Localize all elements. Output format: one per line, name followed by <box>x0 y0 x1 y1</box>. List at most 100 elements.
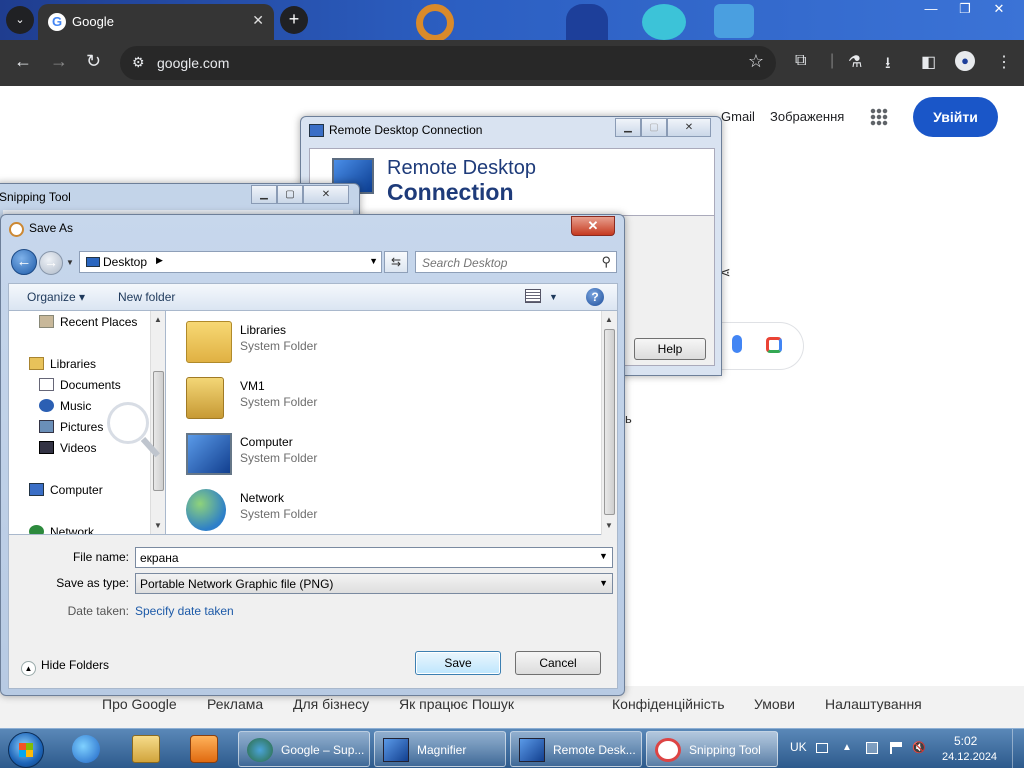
footer-about-link[interactable]: Про Google <box>102 696 177 712</box>
profile-avatar-icon[interactable]: ● <box>955 51 975 71</box>
keyboard-icon[interactable] <box>816 743 828 753</box>
address-bar[interactable]: ⚙ google.com ☆ <box>120 46 776 80</box>
change-view-icon[interactable] <box>525 289 541 303</box>
footer-how-search-works-link[interactable]: Як працює Пошук <box>399 696 514 712</box>
search-box[interactable]: ⚲ <box>415 251 617 273</box>
site-settings-icon[interactable]: ⚙ <box>132 54 145 71</box>
taskbar-item-remote-desktop[interactable]: Remote Desk... <box>510 731 642 767</box>
taskbar-item-magnifier[interactable]: Magnifier <box>374 731 506 767</box>
close-icon[interactable]: ✕ <box>982 0 1016 18</box>
snip-maximize-icon[interactable]: ▢ <box>277 185 303 204</box>
scrollbar-thumb[interactable] <box>604 329 615 515</box>
history-dropdown-icon[interactable]: ▼ <box>66 258 74 267</box>
footer-privacy-link[interactable]: Конфіденційність <box>612 696 725 712</box>
address-location[interactable]: Desktop <box>103 255 147 269</box>
footer-business-link[interactable]: Для бізнесу <box>293 696 369 712</box>
organize-button[interactable]: Organize ▾ <box>27 290 85 304</box>
rdp-close-icon[interactable]: ✕ <box>667 118 711 137</box>
footer-ads-link[interactable]: Реклама <box>207 696 263 712</box>
tab-close-icon[interactable]: ✕ <box>252 12 264 29</box>
new-tab-button[interactable]: + <box>280 6 308 34</box>
nav-item-documents[interactable]: Documents <box>39 378 121 392</box>
breadcrumb-arrow-icon[interactable]: ▶ <box>156 255 163 266</box>
sign-in-button[interactable]: Увійти <box>913 97 998 137</box>
clock-time[interactable]: 5:02 <box>954 734 977 748</box>
footer-settings-link[interactable]: Налаштування <box>825 696 922 712</box>
search-icon[interactable]: ⚲ <box>601 254 611 270</box>
nav-item-network[interactable]: Network <box>29 525 94 534</box>
file-item-vm1[interactable]: VM1 System Folder <box>186 375 566 423</box>
show-hidden-icons-chevron-icon[interactable]: ▲ <box>842 742 854 754</box>
view-dropdown-icon[interactable]: ▼ <box>549 292 558 302</box>
side-panel-icon[interactable]: ◧ <box>921 52 936 72</box>
forward-arrow-icon[interactable]: → <box>50 51 68 72</box>
folder-address-bar[interactable]: Desktop ▶ ▼ <box>79 251 382 273</box>
back-arrow-icon[interactable]: ← <box>14 51 32 72</box>
nav-item-recent-places[interactable]: Recent Places <box>39 315 137 329</box>
menu-kebab-icon[interactable]: ⋮ <box>996 52 1012 72</box>
save-button[interactable]: Save <box>415 651 501 675</box>
refresh-button-icon[interactable]: ⇆ <box>384 251 408 273</box>
show-desktop-button[interactable] <box>1012 729 1024 768</box>
back-button-icon[interactable]: ← <box>11 249 37 275</box>
google-lens-camera-icon[interactable] <box>766 337 782 353</box>
nav-item-music[interactable]: Music <box>39 399 91 413</box>
language-indicator[interactable]: UK <box>790 740 807 754</box>
snip-minimize-icon[interactable]: ▁ <box>251 185 277 204</box>
hide-folders-toggle[interactable]: ▲ Hide Folders <box>21 658 109 676</box>
taskbar-item-chrome[interactable]: Google – Sup... <box>238 731 370 767</box>
file-item-libraries[interactable]: Libraries System Folder <box>186 319 566 367</box>
rdp-minimize-icon[interactable]: ▁ <box>615 118 641 137</box>
restore-icon[interactable]: ❐ <box>948 0 982 18</box>
action-center-flag-icon[interactable] <box>890 742 902 754</box>
google-search-box[interactable] <box>722 322 804 370</box>
voice-search-mic-icon[interactable] <box>732 335 742 353</box>
start-button-windows-icon[interactable] <box>8 732 44 768</box>
footer-terms-link[interactable]: Умови <box>754 696 795 712</box>
media-player-icon[interactable] <box>190 735 218 763</box>
file-list-scrollbar[interactable]: ▲ ▼ <box>601 311 617 535</box>
address-dropdown-icon[interactable]: ▼ <box>369 256 378 266</box>
scroll-down-icon[interactable]: ▼ <box>154 521 162 530</box>
scroll-up-icon[interactable]: ▲ <box>154 315 162 324</box>
nav-item-libraries[interactable]: Libraries <box>29 357 96 371</box>
taskbar-item-snipping-tool[interactable]: Snipping Tool <box>646 731 778 767</box>
clock-date[interactable]: 24.12.2024 <box>942 751 997 763</box>
nav-item-videos[interactable]: Videos <box>39 441 96 455</box>
url-text[interactable]: google.com <box>157 55 229 71</box>
dialog-close-icon[interactable]: ✕ <box>571 216 615 236</box>
scrollbar-thumb[interactable] <box>153 371 164 491</box>
nav-item-pictures[interactable]: Pictures <box>39 420 103 434</box>
forward-button-icon[interactable]: → <box>39 251 63 275</box>
file-explorer-icon[interactable] <box>132 735 160 763</box>
extensions-icon[interactable]: ⧉ <box>795 52 806 70</box>
google-apps-grid-icon[interactable] <box>870 108 888 126</box>
save-type-dropdown-icon[interactable]: ▼ <box>599 578 608 588</box>
save-as-type-select[interactable]: Portable Network Graphic file (PNG) ▼ <box>135 573 613 594</box>
navigation-scrollbar[interactable]: ▲ ▼ <box>150 311 165 534</box>
file-item-network[interactable]: Network System Folder <box>186 487 566 535</box>
scroll-down-icon[interactable]: ▼ <box>605 521 613 530</box>
gmail-link[interactable]: Gmail <box>721 109 755 124</box>
volume-muted-icon[interactable]: 🔇 <box>912 741 926 754</box>
tab-search-button[interactable]: ⌄ <box>6 6 34 34</box>
minimize-icon[interactable]: — <box>914 0 948 18</box>
labs-flask-icon[interactable]: ⚗ <box>848 52 862 72</box>
rdp-maximize-icon[interactable]: ▢ <box>641 118 667 137</box>
file-item-computer[interactable]: Computer System Folder <box>186 431 566 479</box>
reload-icon[interactable]: ↻ <box>86 51 101 72</box>
browser-tab-google[interactable]: Google ✕ <box>38 4 274 40</box>
cancel-button[interactable]: Cancel <box>515 651 601 675</box>
new-folder-button[interactable]: New folder <box>118 290 175 304</box>
download-icon[interactable]: ⭳ <box>885 52 891 79</box>
network-status-icon[interactable] <box>866 742 878 754</box>
file-name-dropdown-icon[interactable]: ▼ <box>599 551 608 561</box>
internet-explorer-icon[interactable] <box>72 735 100 763</box>
help-icon[interactable]: ? <box>586 288 604 306</box>
save-as-dialog[interactable]: Save As ✕ ← → ▼ Desktop ▶ ▼ ⇆ ⚲ Organize… <box>0 214 625 696</box>
specify-date-link[interactable]: Specify date taken <box>135 604 234 618</box>
images-link[interactable]: Зображення <box>770 109 844 124</box>
file-name-input[interactable] <box>135 547 613 568</box>
nav-item-computer[interactable]: Computer <box>29 483 103 497</box>
scroll-up-icon[interactable]: ▲ <box>605 315 613 324</box>
